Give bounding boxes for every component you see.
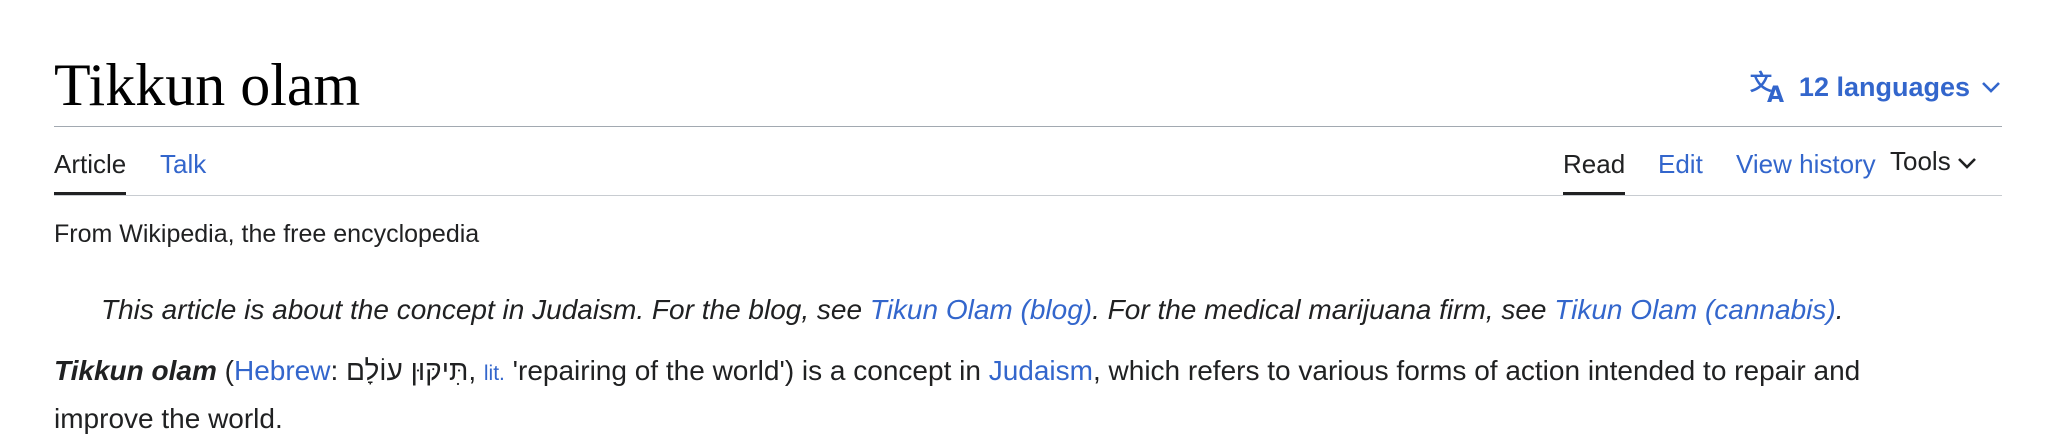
languages-button[interactable]: 文 A 12 languages [1749,70,2002,104]
hatnote: This article is about the concept in Jud… [101,292,1843,328]
hebrew-text: תִּיקּוּן עוֹלָם [346,355,469,386]
tab-article[interactable]: Article [54,126,127,195]
hatnote-text: . For the medical marijuana firm, see [1092,294,1555,325]
literally-abbr[interactable]: lit. [484,362,505,385]
svg-text:A: A [1767,83,1784,104]
hatnote-text: This article is about the concept in Jud… [101,294,870,325]
link-judaism[interactable]: Judaism [989,355,1093,386]
link-tikun-olam-cannabis[interactable]: Tikun Olam (cannabis) [1554,294,1835,325]
text: ( [216,355,234,386]
page-tabs: Article Talk Read Edit View history Tool… [54,126,2002,196]
term-bold: Tikkun olam [54,355,217,386]
chevron-down-icon [1980,80,2002,94]
tab-edit[interactable]: Edit [1658,126,1703,195]
tab-read[interactable]: Read [1563,126,1626,195]
text: 'repairing of the world') is a concept i… [504,355,989,386]
title-row: Tikkun olam 文 A 12 languages [54,40,2002,127]
languages-label: 12 languages [1798,71,1970,102]
chevron-down-icon [1957,123,1977,199]
tools-label: Tools [1890,145,1951,176]
text: : [330,355,347,386]
page-title: Tikkun olam [54,52,361,118]
link-tikun-olam-blog[interactable]: Tikun Olam (blog) [870,294,1092,325]
translate-icon: 文 A [1749,70,1789,104]
lead-paragraph: Tikkun olam (Hebrew: תִּיקּוּן עוֹלָם, l… [54,348,1914,441]
site-tagline: From Wikipedia, the free encyclopedia [54,220,480,248]
link-hebrew[interactable]: Hebrew [234,355,330,386]
tools-menu[interactable]: Tools [1890,126,1977,195]
text: , [468,355,484,386]
tab-view-history[interactable]: View history [1736,126,1876,195]
tab-talk[interactable]: Talk [160,126,206,195]
hatnote-text: . [1835,294,1844,325]
